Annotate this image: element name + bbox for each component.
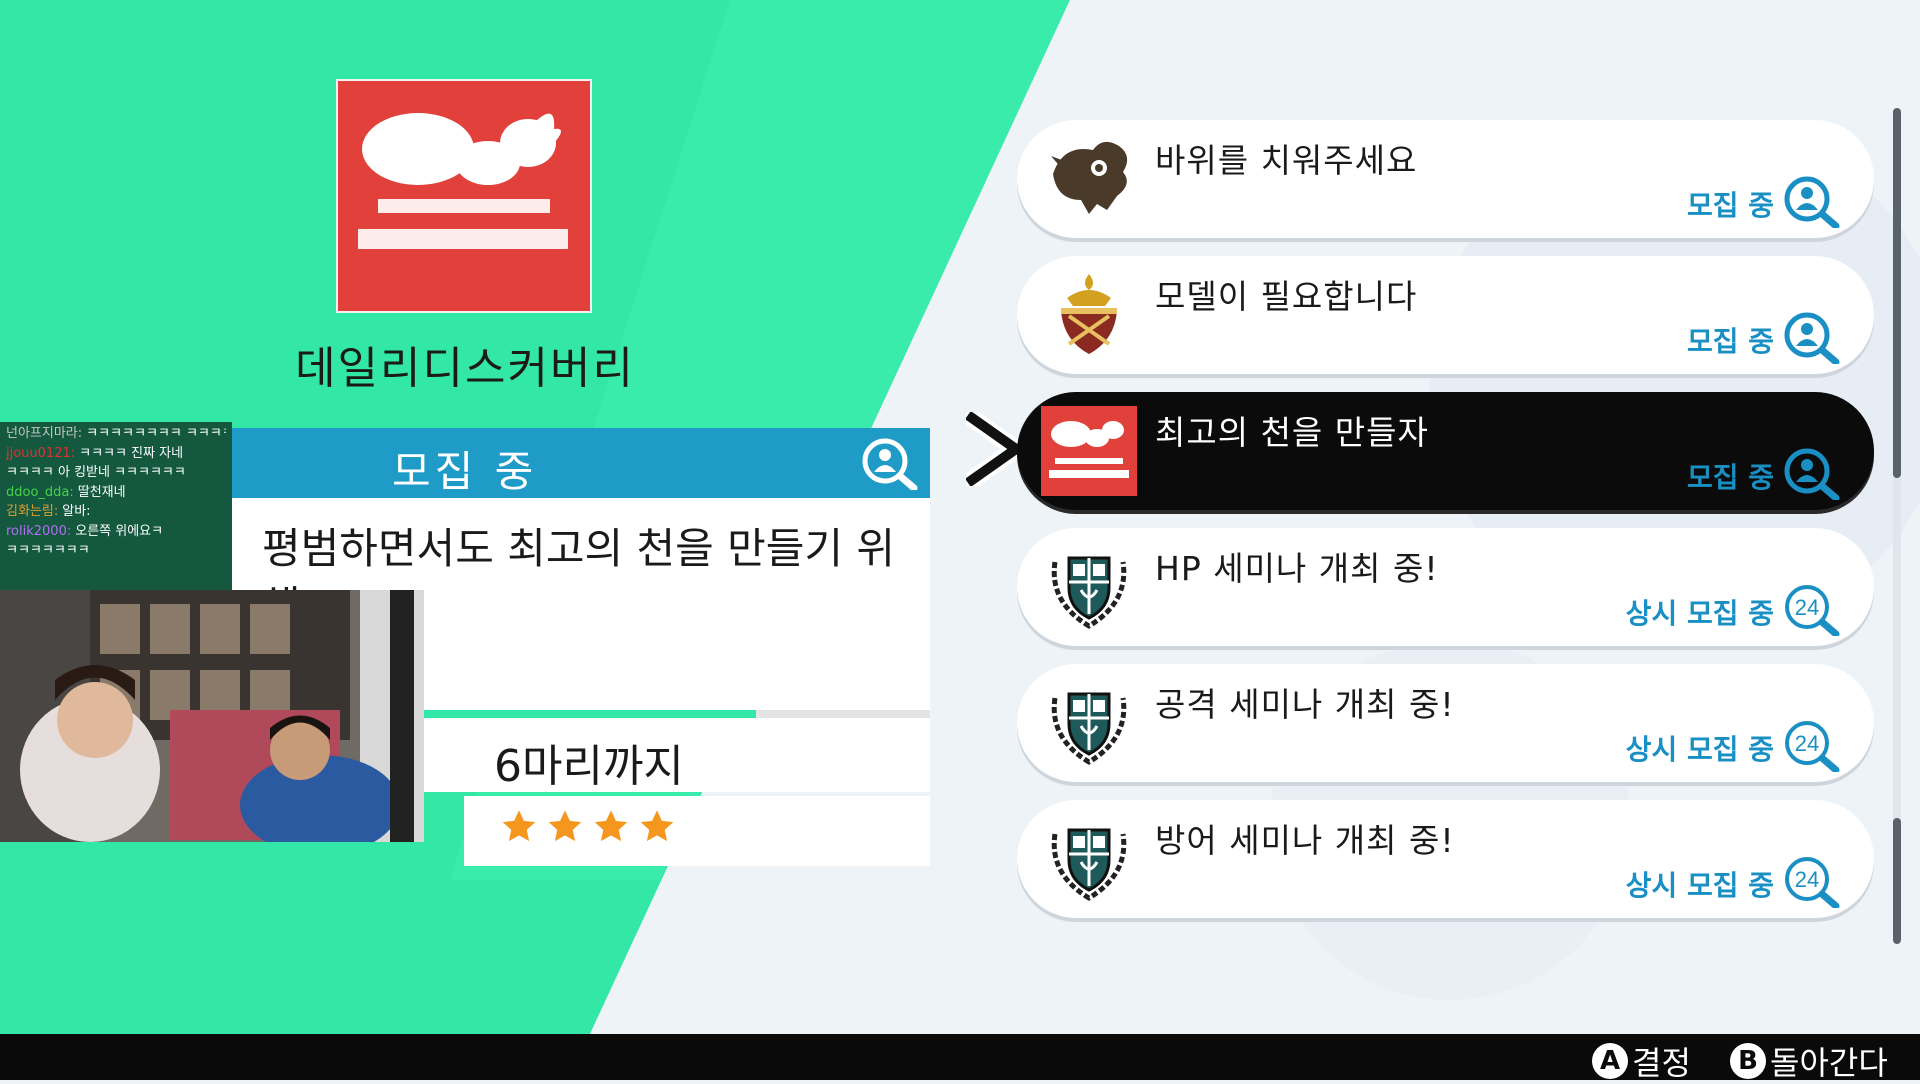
search-24-icon: 24: [1782, 718, 1840, 776]
request-title: 모델이 필요합니다: [1155, 277, 1418, 316]
star-icon: [640, 810, 674, 842]
request-status: 상시 모집 중: [1625, 597, 1774, 630]
request-title: 최고의 천을 만들자: [1155, 413, 1429, 452]
difficulty-stars: [464, 796, 930, 866]
academy-crest-icon: [1041, 814, 1137, 904]
cloud-bird-logo: [1041, 406, 1137, 496]
stream-chat-overlay: 넌아프지마라:ㅋㅋㅋㅋㅋㅋㅋㅋ ㅋㅋㅋㅋㅋㅋㅋjjouu0121:ㅋㅋㅋㅋ 진짜…: [0, 422, 232, 590]
dragon-emblem-icon: [1041, 134, 1137, 224]
request-item[interactable]: 방어 세미나 개최 중! 상시 모집 중 24: [1017, 800, 1874, 918]
chat-text: 딸천재네: [77, 484, 126, 500]
star-icon: [502, 810, 536, 842]
pokemon-limit: 6마리까지: [494, 741, 684, 792]
back-label: 돌아간다: [1770, 1044, 1888, 1082]
status-icon-number: 24: [1795, 731, 1819, 756]
request-status: 모집 중: [1686, 189, 1774, 222]
chat-text: 오른쪽 위에요ㅋ: [75, 523, 164, 539]
chat-message: rolik2000: 오른쪽 위에요ㅋ: [6, 522, 226, 542]
chat-text: ㅋㅋㅋㅋ 아 킹받네 ㅋㅋㅋㅋㅋㅋ: [6, 465, 186, 480]
chat-username: rolik2000:: [6, 523, 72, 539]
search-person-icon: [860, 436, 918, 494]
request-item[interactable]: HP 세미나 개최 중! 상시 모집 중 24: [1017, 528, 1874, 646]
chat-message: 넌아프지마라:ㅋㅋㅋㅋㅋㅋㅋㅋ ㅋㅋㅋㅋㅋㅋㅋ: [6, 424, 226, 444]
request-status: 모집 중: [1686, 461, 1774, 494]
request-item[interactable]: 바위를 치워주세요모집 중: [1017, 120, 1874, 238]
chat-username: 김화는림:: [6, 504, 59, 519]
status-icon-number: 24: [1795, 595, 1819, 620]
detail-header: 모집 중: [232, 428, 930, 498]
chat-username: 넌아프지마라:: [6, 426, 83, 441]
client-logo: [336, 79, 592, 313]
confirm-label: 결정: [1632, 1044, 1691, 1082]
search-person-icon: [1782, 174, 1840, 232]
search-24-icon: 24: [1782, 854, 1840, 912]
chat-message: 김화는림: 알바:: [6, 502, 226, 522]
back-hint[interactable]: B 돌아간다: [1730, 1038, 1888, 1084]
request-item[interactable]: 모델이 필요합니다모집 중: [1017, 256, 1874, 374]
request-title: 방어 세미나 개최 중!: [1155, 821, 1455, 860]
star-icon: [548, 810, 582, 842]
request-title: HP 세미나 개최 중!: [1155, 549, 1439, 588]
b-button-icon: B: [1730, 1043, 1766, 1079]
academy-crest-icon: [1041, 678, 1137, 768]
chat-message: ㅋㅋㅋㅋ 아 킹받네 ㅋㅋㅋㅋㅋㅋ: [6, 463, 226, 483]
search-person-icon: [1782, 446, 1840, 504]
request-item[interactable]: 공격 세미나 개최 중! 상시 모집 중 24: [1017, 664, 1874, 782]
a-button-icon: A: [1592, 1043, 1628, 1079]
ornate-crest-icon: [1041, 270, 1137, 360]
limit-box: 6마리까지: [464, 724, 930, 792]
chat-text: ㅋㅋㅋㅋㅋㅋㅋㅋ ㅋㅋㅋㅋㅋㅋㅋ: [86, 426, 226, 441]
search-24-icon: 24: [1782, 582, 1840, 640]
cloud-bird-logo: [358, 113, 568, 249]
list-scrollbar-thumb[interactable]: [1893, 108, 1901, 478]
request-status: 모집 중: [1686, 325, 1774, 358]
detail-status-label: 모집 중: [392, 447, 538, 496]
search-person-icon: [1782, 310, 1840, 368]
request-item[interactable]: 최고의 천을 만들자모집 중: [1017, 392, 1874, 510]
stars-row: [500, 808, 676, 846]
chat-username: ddoo_dda:: [6, 484, 74, 500]
bottom-button-bar: A 결정 B 돌아간다: [0, 1034, 1920, 1082]
chat-text: ㅋㅋㅋㅋ 진짜 자네: [79, 445, 184, 461]
request-status: 상시 모집 중: [1625, 869, 1774, 902]
webcam-overlay: [0, 590, 424, 842]
list-scrollbar-thumb-lower[interactable]: [1893, 818, 1901, 944]
chat-message: jjouu0121: ㅋㅋㅋㅋ 진짜 자네: [6, 444, 226, 464]
confirm-hint[interactable]: A 결정: [1592, 1038, 1691, 1084]
academy-crest-icon: [1041, 542, 1137, 632]
request-status: 상시 모집 중: [1625, 733, 1774, 766]
chat-text: ㅋㅋㅋㅋㅋㅋㅋ: [6, 543, 90, 558]
chat-message: ddoo_dda: 딸천재네: [6, 483, 226, 503]
chat-text: 알바:: [62, 504, 91, 519]
chat-message: ㅋㅋㅋㅋㅋㅋㅋ: [6, 541, 226, 561]
list-scrollbar[interactable]: [1893, 108, 1901, 944]
chat-username: jjouu0121:: [6, 445, 76, 461]
request-title: 바위를 치워주세요: [1155, 141, 1418, 180]
status-icon-number: 24: [1795, 867, 1819, 892]
client-name: 데일리디스커버리: [295, 343, 635, 394]
star-icon: [594, 810, 628, 842]
request-title: 공격 세미나 개최 중!: [1155, 685, 1455, 724]
